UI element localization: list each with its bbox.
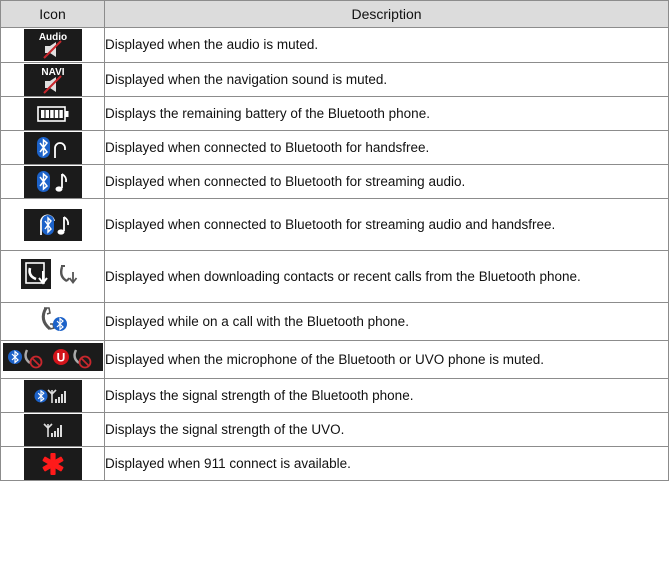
description-cell: Displays the signal strength of the Blue… [104,378,669,413]
uvo-letter: U [56,351,65,365]
icon-cell [0,164,105,199]
table-row: Displayed while on a call with the Bluet… [0,302,669,341]
icon-cell [0,412,105,447]
bluetooth-signal-icon [23,379,82,412]
icon-cell: NAVI [0,62,105,97]
icon-cell [0,378,105,413]
911-connect-icon [23,447,82,480]
audio-mute-icon: Audio [23,29,82,61]
description-cell: Displayed when the microphone of the Blu… [104,340,669,379]
navi-mute-icon: NAVI [23,63,82,96]
description-cell: Displayed while on a call with the Bluet… [104,302,669,341]
battery-icon [23,97,82,130]
audio-label: Audio [38,32,66,43]
icon-cell [0,250,105,303]
table-row: Displayed when downloading contacts or r… [0,250,669,303]
description-cell: Displays the remaining battery of the Bl… [104,96,669,131]
icon-cell [0,96,105,131]
table-row: Displayed when connected to Bluetooth fo… [0,164,669,199]
description-cell: Displayed when the navigation sound is m… [104,62,669,97]
description-cell: Displayed when connected to Bluetooth fo… [104,130,669,165]
bluetooth-streaming-handsfree-icon [23,208,82,241]
description-cell: Displayed when downloading contacts or r… [104,250,669,303]
icon-cell: U [0,340,105,379]
table-row: U Displayed when the microphone of the B… [0,340,669,379]
uvo-signal-icon [23,413,82,446]
description-cell: Displayed when connected to Bluetooth fo… [104,198,669,251]
table-row: Displays the signal strength of the Blue… [0,378,669,413]
table-row: Audio Displayed when the audio is muted. [0,27,669,63]
bluetooth-call-icon [36,303,70,340]
icon-cell: Audio [0,27,105,63]
download-contacts-icon [20,258,85,295]
table-row: NAVI Displayed when the navigation sound… [0,62,669,97]
table-row: Displayed when 911 connect is available. [0,446,669,481]
description-cell: Displays the signal strength of the UVO. [104,412,669,447]
icon-cell [0,302,105,341]
table-header-row: Icon Description [0,0,669,28]
bluetooth-streaming-icon [23,165,82,198]
table-row: Displayed when connected to Bluetooth fo… [0,130,669,165]
header-description: Description [104,0,669,28]
icon-cell [0,198,105,251]
description-cell: Displayed when the audio is muted. [104,27,669,63]
table-row: Displays the signal strength of the UVO. [0,412,669,447]
header-icon: Icon [0,0,105,28]
icon-cell [0,130,105,165]
description-cell: Displayed when connected to Bluetooth fo… [104,164,669,199]
bluetooth-handsfree-icon [23,131,82,164]
mic-muted-icon: U [2,341,103,378]
table-row: Displayed when connected to Bluetooth fo… [0,198,669,251]
description-cell: Displayed when 911 connect is available. [104,446,669,481]
icon-description-table: Icon Description Audio Displayed when th… [0,0,669,481]
icon-cell [0,446,105,481]
table-row: Displays the remaining battery of the Bl… [0,96,669,131]
